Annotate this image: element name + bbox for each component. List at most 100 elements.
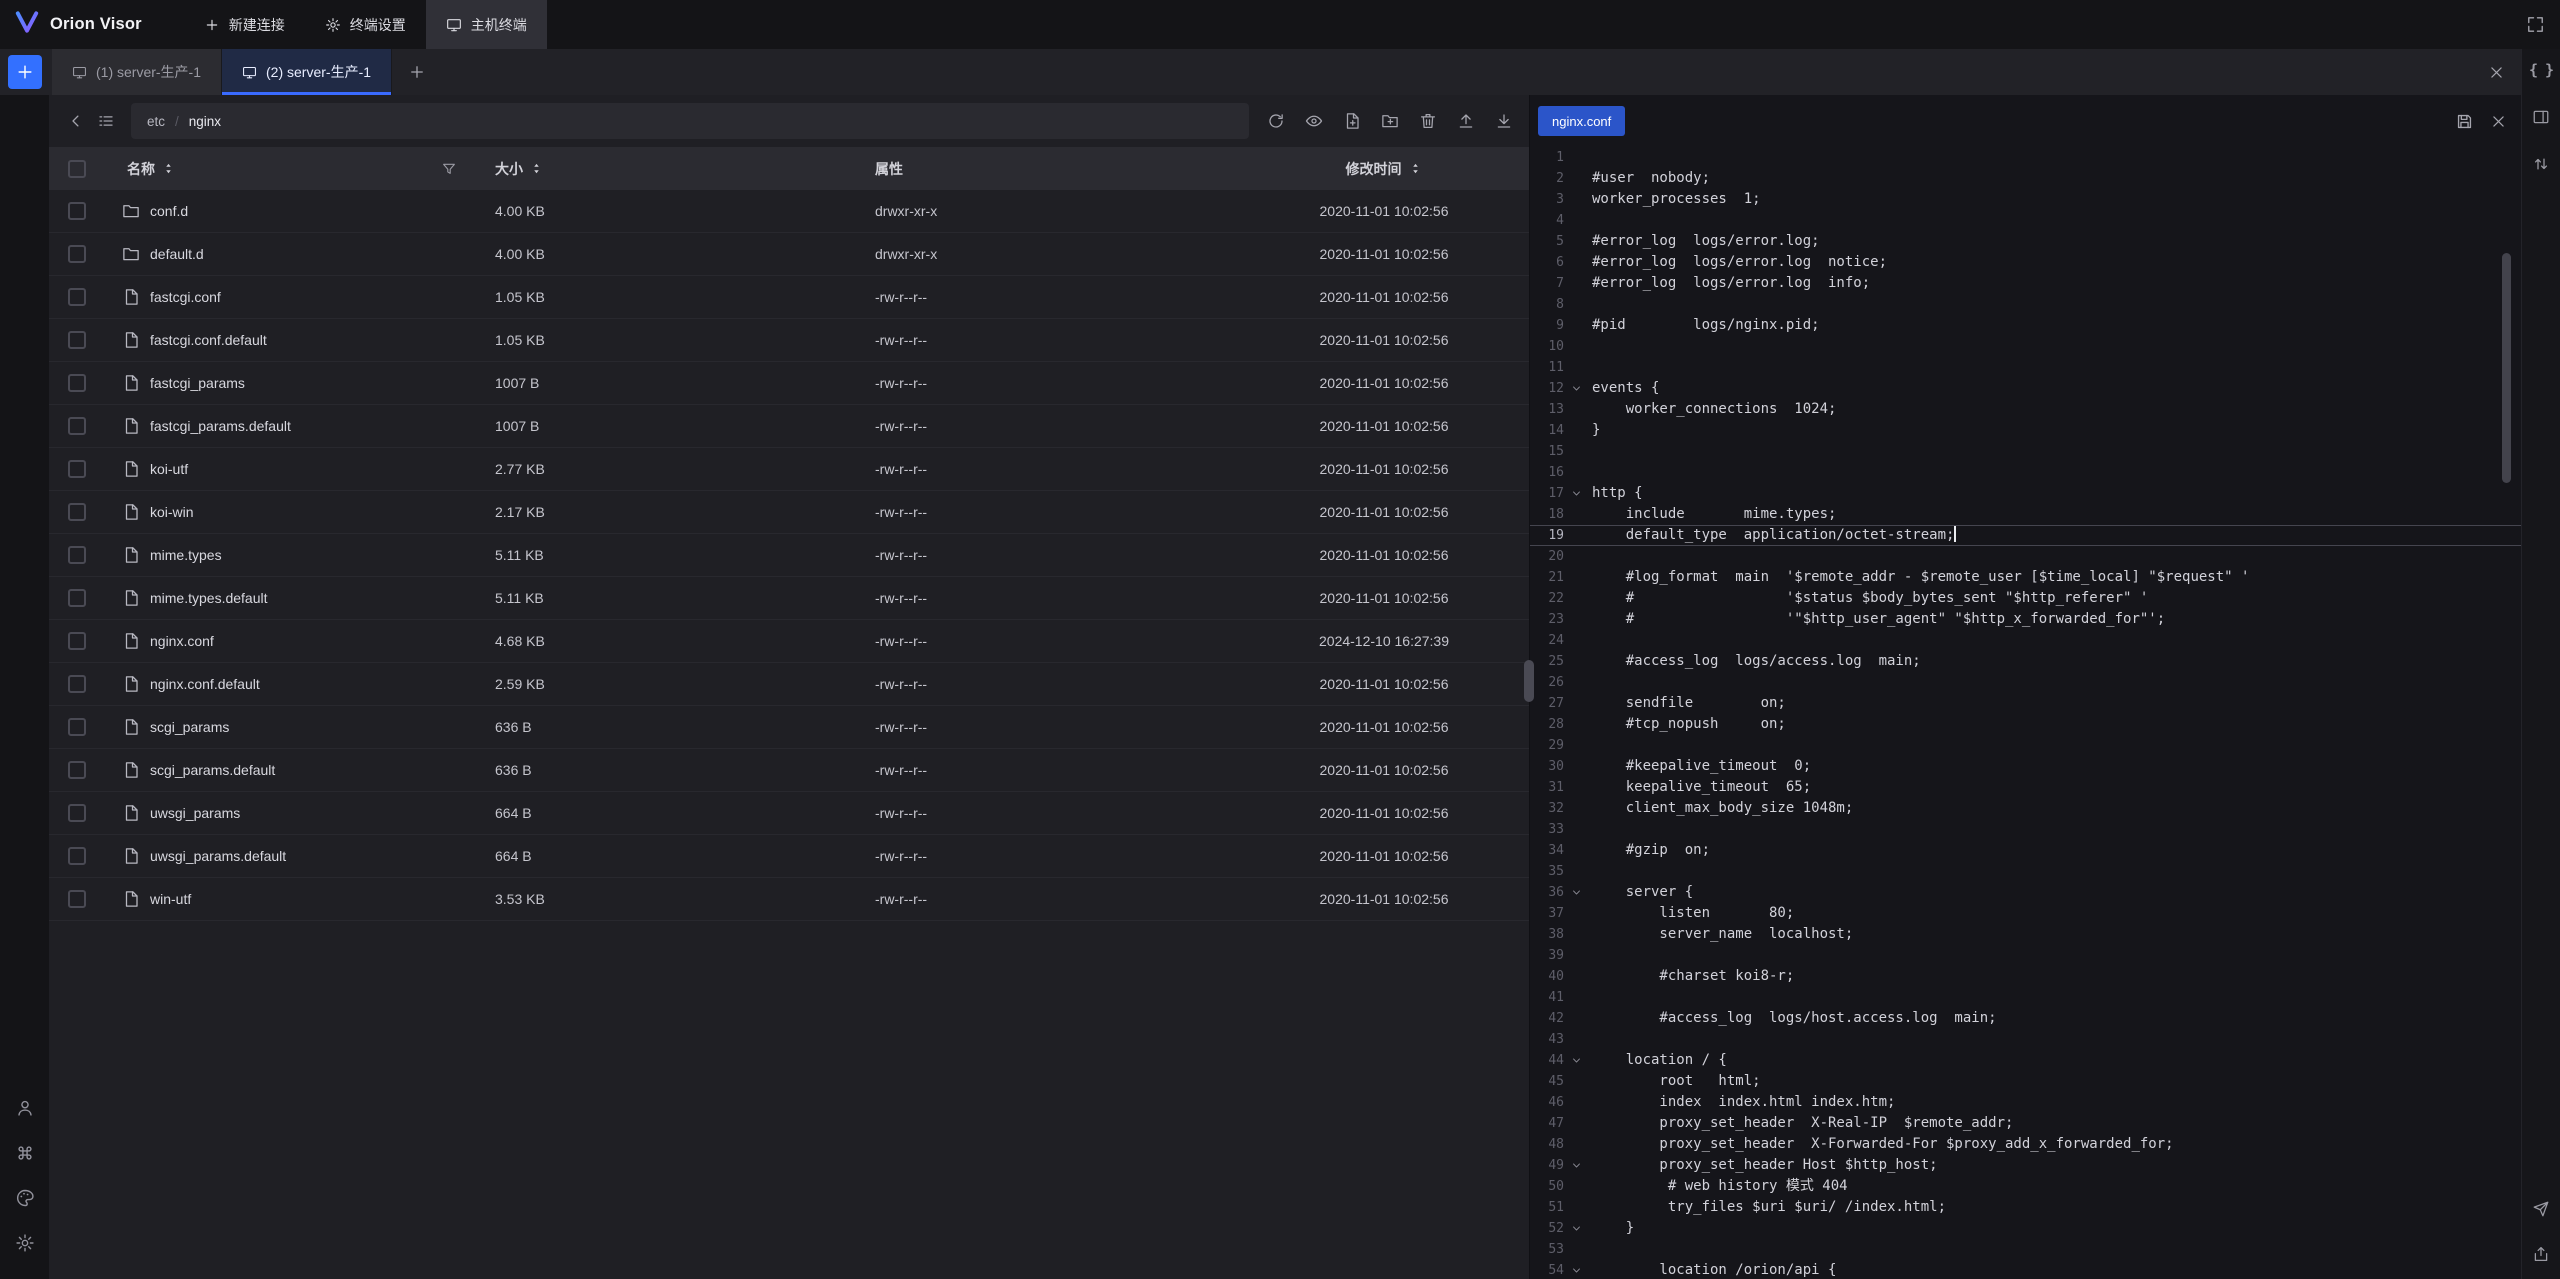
code-line[interactable]: 7#error_log logs/error.log info; — [1530, 273, 2521, 294]
code-line[interactable]: 16 — [1530, 462, 2521, 483]
code-line[interactable]: 37 listen 80; — [1530, 903, 2521, 924]
code-line[interactable]: 32 client_max_body_size 1048m; — [1530, 798, 2521, 819]
code-line[interactable]: 3worker_processes 1; — [1530, 189, 2521, 210]
code-line[interactable]: 38 server_name localhost; — [1530, 924, 2521, 945]
code-editor[interactable]: 1 2#user nobody; 3worker_processes 1; 4 … — [1530, 147, 2521, 1279]
upload-button[interactable] — [1451, 106, 1481, 136]
row-checkbox[interactable] — [68, 847, 86, 865]
toggle-panel-button[interactable] — [2532, 108, 2550, 126]
code-line[interactable]: 53 — [1530, 1239, 2521, 1260]
code-line[interactable]: 29 — [1530, 735, 2521, 756]
code-line[interactable]: 18 include mime.types; — [1530, 504, 2521, 525]
code-line[interactable]: 43 — [1530, 1029, 2521, 1050]
row-checkbox[interactable] — [68, 890, 86, 908]
fold-chevron-icon[interactable] — [1564, 382, 1588, 395]
sort-switch-button[interactable] — [2532, 155, 2550, 173]
table-row[interactable]: fastcgi.conf.default 1.05 KB -rw-r--r-- … — [49, 319, 1529, 362]
preview-button[interactable] — [1299, 106, 1329, 136]
table-row[interactable]: conf.d 4.00 KB drwxr-xr-x 2020-11-01 10:… — [49, 190, 1529, 233]
add-tab-button[interactable] — [402, 57, 432, 87]
terminal-tab-2[interactable]: (2) server-生产-1 — [222, 49, 392, 95]
row-checkbox[interactable] — [68, 460, 86, 478]
code-line[interactable]: 44 location / { — [1530, 1050, 2521, 1071]
tabbar-close-button[interactable] — [2488, 64, 2505, 81]
code-line[interactable]: 33 — [1530, 819, 2521, 840]
table-row[interactable]: scgi_params 636 B -rw-r--r-- 2020-11-01 … — [49, 706, 1529, 749]
code-line[interactable]: 47 proxy_set_header X-Real-IP $remote_ad… — [1530, 1113, 2521, 1134]
row-checkbox[interactable] — [68, 417, 86, 435]
column-header-name[interactable]: 名称 — [105, 159, 479, 179]
new-folder-button[interactable] — [1375, 106, 1405, 136]
directory-list-button[interactable] — [91, 106, 121, 136]
code-line[interactable]: 49 proxy_set_header Host $http_host; — [1530, 1155, 2521, 1176]
code-line[interactable]: 17http { — [1530, 483, 2521, 504]
row-checkbox[interactable] — [68, 804, 86, 822]
table-row[interactable]: koi-win 2.17 KB -rw-r--r-- 2020-11-01 10… — [49, 491, 1529, 534]
code-line[interactable]: 48 proxy_set_header X-Forwarded-For $pro… — [1530, 1134, 2521, 1155]
user-button[interactable] — [15, 1098, 35, 1118]
theme-button[interactable] — [15, 1188, 35, 1208]
code-line[interactable]: 52 } — [1530, 1218, 2521, 1239]
table-row[interactable]: mime.types.default 5.11 KB -rw-r--r-- 20… — [49, 577, 1529, 620]
new-terminal-button[interactable] — [8, 55, 42, 89]
select-all-checkbox[interactable] — [68, 160, 86, 178]
menu-item-host-terminal[interactable]: 主机终端 — [426, 0, 547, 49]
table-row[interactable]: default.d 4.00 KB drwxr-xr-x 2020-11-01 … — [49, 233, 1529, 276]
code-line[interactable]: 34 #gzip on; — [1530, 840, 2521, 861]
code-line[interactable]: 25 #access_log logs/access.log main; — [1530, 651, 2521, 672]
terminal-tab-1[interactable]: (1) server-生产-1 — [52, 49, 222, 95]
code-line[interactable]: 20 — [1530, 546, 2521, 567]
code-line[interactable]: 22 # '$status $body_bytes_sent "$http_re… — [1530, 588, 2521, 609]
app-logo[interactable]: Orion Visor — [0, 9, 158, 40]
row-checkbox[interactable] — [68, 718, 86, 736]
code-line[interactable]: 2#user nobody; — [1530, 168, 2521, 189]
code-line[interactable]: 19 default_type application/octet-stream… — [1530, 525, 2521, 546]
code-line[interactable]: 15 — [1530, 441, 2521, 462]
code-line[interactable]: 11 — [1530, 357, 2521, 378]
menu-item-terminal-settings[interactable]: 终端设置 — [305, 0, 426, 49]
code-line[interactable]: 51 try_files $uri $uri/ /index.html; — [1530, 1197, 2521, 1218]
fold-chevron-icon[interactable] — [1564, 1222, 1588, 1235]
editor-scrollbar[interactable] — [2502, 253, 2511, 483]
breadcrumb-segment[interactable]: etc — [147, 114, 165, 129]
code-line[interactable]: 54 location /orion/api { — [1530, 1260, 2521, 1279]
column-header-mtime[interactable]: 修改时间 — [1239, 159, 1529, 179]
fullscreen-button[interactable] — [2526, 15, 2545, 34]
code-line[interactable]: 45 root html; — [1530, 1071, 2521, 1092]
code-line[interactable]: 5#error_log logs/error.log; — [1530, 231, 2521, 252]
shortcuts-button[interactable] — [15, 1143, 35, 1163]
row-checkbox[interactable] — [68, 331, 86, 349]
settings-button[interactable] — [15, 1233, 35, 1253]
filter-button[interactable] — [441, 161, 457, 177]
code-line[interactable]: 10 — [1530, 336, 2521, 357]
file-tag[interactable]: nginx.conf — [1538, 106, 1625, 136]
table-row[interactable]: uwsgi_params.default 664 B -rw-r--r-- 20… — [49, 835, 1529, 878]
column-header-size[interactable]: 大小 — [479, 159, 859, 179]
row-checkbox[interactable] — [68, 761, 86, 779]
new-file-button[interactable] — [1337, 106, 1367, 136]
table-row[interactable]: fastcgi_params 1007 B -rw-r--r-- 2020-11… — [49, 362, 1529, 405]
code-line[interactable]: 23 # '"$http_user_agent" "$http_x_forwar… — [1530, 609, 2521, 630]
table-row[interactable]: mime.types 5.11 KB -rw-r--r-- 2020-11-01… — [49, 534, 1529, 577]
code-line[interactable]: 13 worker_connections 1024; — [1530, 399, 2521, 420]
fold-chevron-icon[interactable] — [1564, 487, 1588, 500]
table-row[interactable]: nginx.conf.default 2.59 KB -rw-r--r-- 20… — [49, 663, 1529, 706]
code-line[interactable]: 21 #log_format main '$remote_addr - $rem… — [1530, 567, 2521, 588]
save-button[interactable] — [2455, 112, 2474, 131]
fold-chevron-icon[interactable] — [1564, 1054, 1588, 1067]
table-row[interactable]: scgi_params.default 636 B -rw-r--r-- 202… — [49, 749, 1529, 792]
table-row[interactable]: fastcgi_params.default 1007 B -rw-r--r--… — [49, 405, 1529, 448]
code-line[interactable]: 31 keepalive_timeout 65; — [1530, 777, 2521, 798]
fold-chevron-icon[interactable] — [1564, 886, 1588, 899]
row-checkbox[interactable] — [68, 202, 86, 220]
table-row[interactable]: koi-utf 2.77 KB -rw-r--r-- 2020-11-01 10… — [49, 448, 1529, 491]
code-line[interactable]: 30 #keepalive_timeout 0; — [1530, 756, 2521, 777]
table-row[interactable]: nginx.conf 4.68 KB -rw-r--r-- 2024-12-10… — [49, 620, 1529, 663]
code-line[interactable]: 28 #tcp_nopush on; — [1530, 714, 2521, 735]
code-line[interactable]: 6#error_log logs/error.log notice; — [1530, 252, 2521, 273]
row-checkbox[interactable] — [68, 546, 86, 564]
editor-close-button[interactable] — [2490, 112, 2507, 131]
code-line[interactable]: 50 # web history 模式 404 — [1530, 1176, 2521, 1197]
table-row[interactable]: fastcgi.conf 1.05 KB -rw-r--r-- 2020-11-… — [49, 276, 1529, 319]
fold-chevron-icon[interactable] — [1564, 1159, 1588, 1172]
